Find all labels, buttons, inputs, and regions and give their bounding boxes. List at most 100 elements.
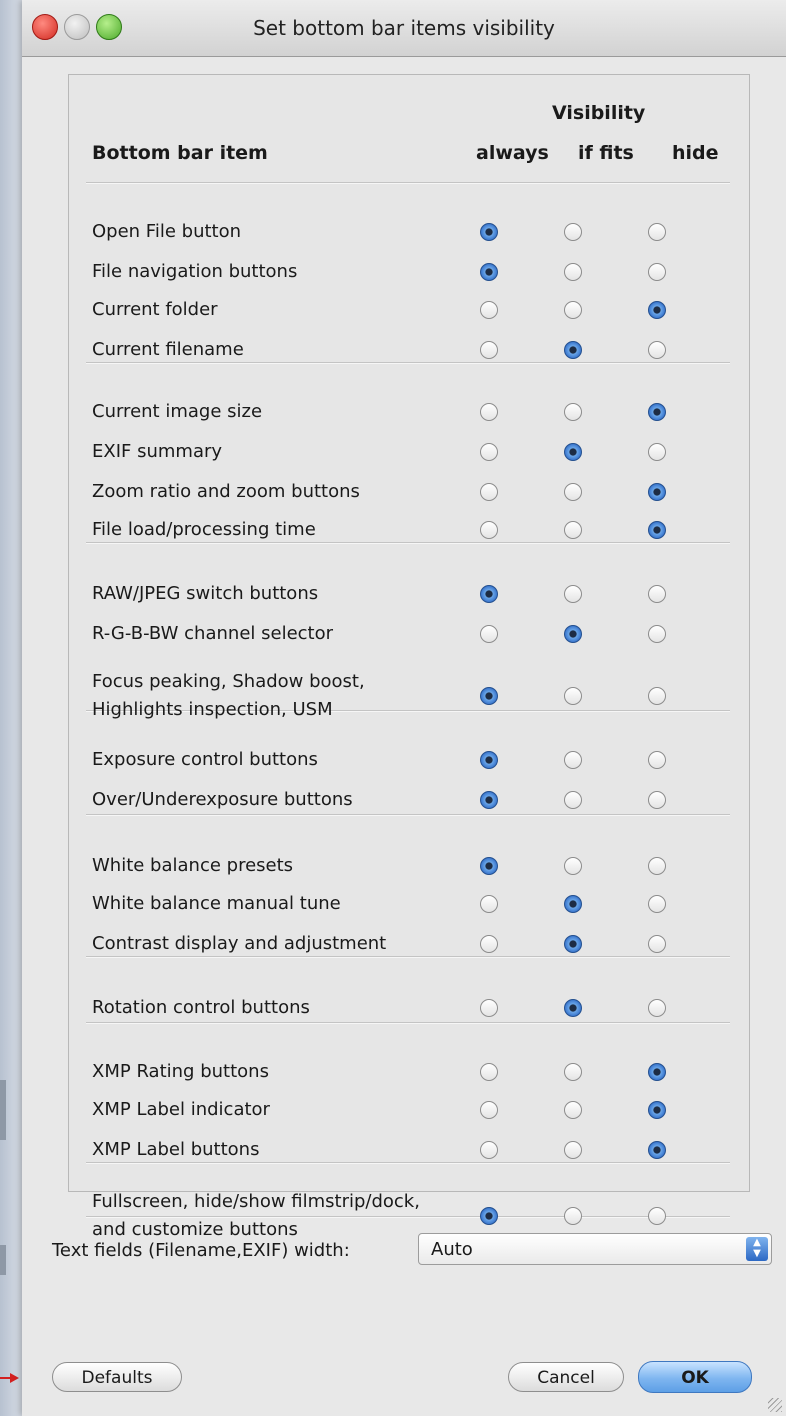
bottom-bar-item-label: Contrast display and adjustment bbox=[92, 933, 387, 954]
radio-hide[interactable] bbox=[648, 751, 666, 769]
bottom-bar-item-label: File navigation buttons bbox=[92, 261, 298, 282]
radio-if-fits[interactable] bbox=[564, 1101, 582, 1119]
radio-hide[interactable] bbox=[648, 483, 666, 501]
radio-hide[interactable] bbox=[648, 935, 666, 953]
radio-if-fits[interactable] bbox=[564, 895, 582, 913]
visibility-header: Visibility bbox=[552, 102, 646, 124]
radio-if-fits[interactable] bbox=[564, 223, 582, 241]
select-arrows-icon[interactable]: ▲ ▼ bbox=[746, 1237, 768, 1261]
radio-hide[interactable] bbox=[648, 443, 666, 461]
radio-hide[interactable] bbox=[648, 1207, 666, 1225]
background-mark bbox=[0, 1245, 6, 1275]
always-column-header: always bbox=[476, 142, 549, 164]
bottom-bar-item-label: File load/processing time bbox=[92, 519, 316, 540]
group-separator bbox=[86, 182, 730, 184]
radio-if-fits[interactable] bbox=[564, 263, 582, 281]
resize-grip-icon[interactable] bbox=[768, 1398, 782, 1412]
radio-if-fits[interactable] bbox=[564, 935, 582, 953]
radio-hide[interactable] bbox=[648, 895, 666, 913]
radio-hide[interactable] bbox=[648, 1063, 666, 1081]
radio-if-fits[interactable] bbox=[564, 443, 582, 461]
radio-if-fits[interactable] bbox=[564, 1063, 582, 1081]
radio-always[interactable] bbox=[480, 625, 498, 643]
item-column-header: Bottom bar item bbox=[92, 142, 268, 164]
radio-if-fits[interactable] bbox=[564, 751, 582, 769]
bottom-bar-item-label: White balance manual tune bbox=[92, 893, 341, 914]
ok-button[interactable]: OK bbox=[638, 1361, 752, 1393]
radio-always[interactable] bbox=[480, 1063, 498, 1081]
radio-hide[interactable] bbox=[648, 1101, 666, 1119]
dialog-window: Set bottom bar items visibility Visibili… bbox=[22, 0, 786, 1416]
radio-always[interactable] bbox=[480, 895, 498, 913]
radio-always[interactable] bbox=[480, 521, 498, 539]
radio-hide[interactable] bbox=[648, 625, 666, 643]
radio-always[interactable] bbox=[480, 341, 498, 359]
group-separator bbox=[86, 814, 730, 816]
radio-hide[interactable] bbox=[648, 223, 666, 241]
radio-if-fits[interactable] bbox=[564, 1141, 582, 1159]
bottom-bar-item-label: White balance presets bbox=[92, 855, 294, 876]
radio-always[interactable] bbox=[480, 263, 498, 281]
bottom-bar-item-label: Over/Underexposure buttons bbox=[92, 789, 353, 810]
radio-if-fits[interactable] bbox=[564, 341, 582, 359]
radio-always[interactable] bbox=[480, 687, 498, 705]
radio-always[interactable] bbox=[480, 585, 498, 603]
hide-column-header: hide bbox=[672, 142, 719, 164]
radio-always[interactable] bbox=[480, 751, 498, 769]
radio-if-fits[interactable] bbox=[564, 585, 582, 603]
radio-always[interactable] bbox=[480, 999, 498, 1017]
radio-hide[interactable] bbox=[648, 585, 666, 603]
radio-hide[interactable] bbox=[648, 403, 666, 421]
radio-always[interactable] bbox=[480, 223, 498, 241]
group-separator bbox=[86, 1022, 730, 1024]
radio-hide[interactable] bbox=[648, 687, 666, 705]
bottom-bar-item-label: Rotation control buttons bbox=[92, 997, 310, 1018]
radio-hide[interactable] bbox=[648, 857, 666, 875]
radio-always[interactable] bbox=[480, 1141, 498, 1159]
radio-always[interactable] bbox=[480, 791, 498, 809]
select-value: Auto bbox=[431, 1239, 473, 1260]
defaults-button[interactable]: Defaults bbox=[52, 1362, 182, 1392]
radio-if-fits[interactable] bbox=[564, 687, 582, 705]
bottom-bar-item-label: Zoom ratio and zoom buttons bbox=[92, 481, 360, 502]
bottom-bar-item-label: Current folder bbox=[92, 299, 218, 320]
bottom-bar-item-label: Open File button bbox=[92, 221, 242, 242]
bottom-bar-item-label: Focus peaking, Shadow boost, Highlights … bbox=[92, 671, 365, 720]
radio-hide[interactable] bbox=[648, 301, 666, 319]
radio-always[interactable] bbox=[480, 857, 498, 875]
background-strip bbox=[0, 0, 22, 1416]
window-title: Set bottom bar items visibility bbox=[253, 16, 555, 40]
radio-hide[interactable] bbox=[648, 341, 666, 359]
radio-always[interactable] bbox=[480, 935, 498, 953]
radio-always[interactable] bbox=[480, 301, 498, 319]
radio-always[interactable] bbox=[480, 1207, 498, 1225]
radio-if-fits[interactable] bbox=[564, 1207, 582, 1225]
radio-hide[interactable] bbox=[648, 1141, 666, 1159]
text-fields-width-select[interactable]: Auto ▲ ▼ bbox=[418, 1233, 772, 1265]
radio-if-fits[interactable] bbox=[564, 301, 582, 319]
radio-if-fits[interactable] bbox=[564, 857, 582, 875]
cancel-button[interactable]: Cancel bbox=[508, 1362, 624, 1392]
radio-if-fits[interactable] bbox=[564, 521, 582, 539]
bottom-bar-item-label: Exposure control buttons bbox=[92, 749, 318, 770]
bottom-bar-item-label: XMP Label buttons bbox=[92, 1139, 260, 1160]
radio-always[interactable] bbox=[480, 483, 498, 501]
radio-always[interactable] bbox=[480, 443, 498, 461]
radio-if-fits[interactable] bbox=[564, 999, 582, 1017]
radio-hide[interactable] bbox=[648, 791, 666, 809]
bottom-bar-item-label: Current filename bbox=[92, 339, 244, 360]
radio-if-fits[interactable] bbox=[564, 791, 582, 809]
bottom-bar-item-label: Fullscreen, hide/show filmstrip/dock, an… bbox=[92, 1191, 420, 1240]
radio-if-fits[interactable] bbox=[564, 483, 582, 501]
radio-hide[interactable] bbox=[648, 263, 666, 281]
radio-if-fits[interactable] bbox=[564, 403, 582, 421]
radio-if-fits[interactable] bbox=[564, 625, 582, 643]
background-mark bbox=[0, 1080, 6, 1140]
radio-hide[interactable] bbox=[648, 999, 666, 1017]
radio-always[interactable] bbox=[480, 1101, 498, 1119]
title-bar[interactable]: Set bottom bar items visibility bbox=[22, 0, 786, 57]
if-fits-column-header: if fits bbox=[578, 142, 634, 164]
radio-always[interactable] bbox=[480, 403, 498, 421]
pointer-arrow-head bbox=[10, 1373, 19, 1383]
radio-hide[interactable] bbox=[648, 521, 666, 539]
